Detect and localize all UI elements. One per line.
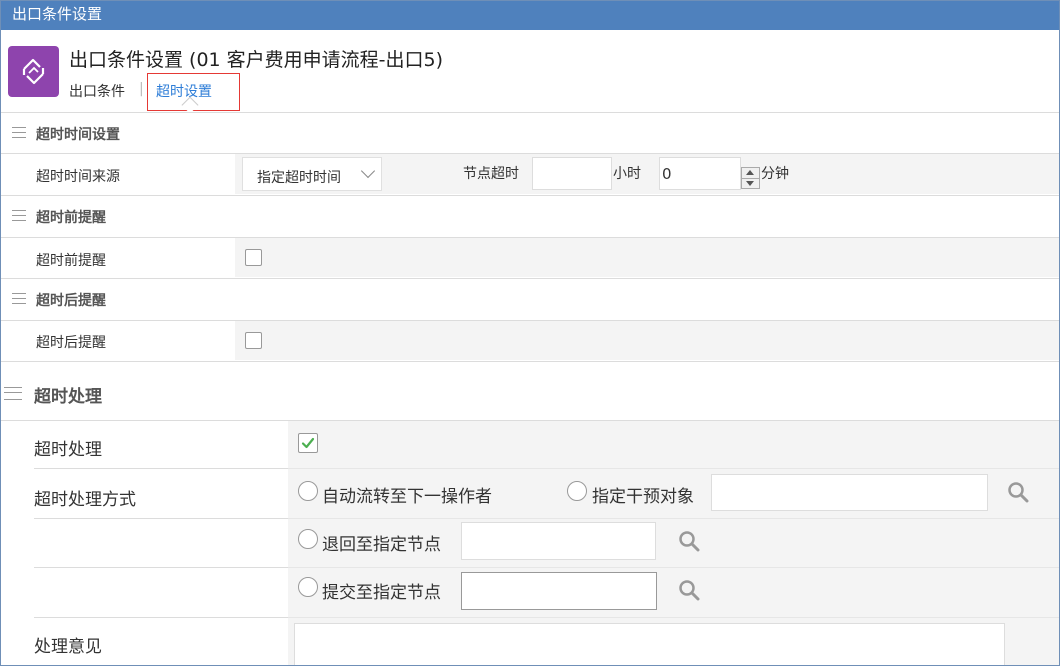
timeout-handling-label: 超时处理 [34, 440, 102, 460]
tab-timeout-settings[interactable]: 超时设置 [147, 73, 240, 114]
checkmark-icon [301, 437, 315, 449]
radio-return-to-node[interactable] [298, 529, 318, 549]
handling-method-label: 超时处理方式 [34, 490, 136, 510]
minutes-spinner[interactable] [741, 167, 760, 189]
after-reminder-label: 超时后提醒 [36, 335, 106, 351]
section-title: 超时处理 [34, 387, 102, 407]
tab-exit-condition[interactable]: 出口条件 [69, 81, 125, 101]
tab-separator: | [139, 81, 144, 97]
chevron-down-icon [360, 163, 376, 179]
intervener-input[interactable] [711, 474, 988, 511]
section-header-timeout-time: 超时时间设置 [1, 113, 1059, 153]
window-frame: 出口条件设置 出口条件设置 (01 客户费用申请流程-出口5) 出口条件 | 超… [0, 0, 1060, 666]
divider [288, 468, 1059, 469]
spinner-down-icon[interactable] [746, 181, 754, 186]
return-node-input[interactable] [461, 522, 656, 560]
hours-input[interactable] [532, 157, 612, 190]
minutes-input[interactable]: 0 [659, 157, 741, 190]
menu-lines-icon [4, 387, 22, 400]
field-row-bg [235, 321, 1059, 360]
section-header-after-reminder: 超时后提醒 [1, 279, 1059, 319]
search-icon[interactable] [678, 579, 702, 601]
spinner-up-icon[interactable] [746, 170, 754, 175]
radio-auto-next-label[interactable]: 自动流转至下一操作者 [322, 482, 492, 507]
section-header-timeout-handling: 超时处理 [1, 362, 1059, 420]
page-title: 出口条件设置 (01 客户费用申请流程-出口5) [69, 49, 444, 71]
section-header-before-reminder: 超时前提醒 [1, 196, 1059, 236]
section-title: 超时后提醒 [36, 293, 106, 309]
minutes-unit: 分钟 [761, 166, 789, 182]
opinion-textarea[interactable] [294, 623, 1005, 665]
timeout-source-select[interactable]: 指定超时时间 [242, 157, 382, 191]
menu-lines-icon [12, 293, 26, 304]
tab-timeout-settings-label: 超时设置 [156, 84, 212, 100]
divider [288, 518, 1059, 519]
radio-return-to-node-label[interactable]: 退回至指定节点 [322, 530, 441, 555]
hours-unit: 小时 [613, 166, 641, 182]
menu-lines-icon [12, 210, 26, 221]
search-icon[interactable] [678, 530, 702, 552]
section-title: 超时时间设置 [36, 127, 120, 143]
before-reminder-label: 超时前提醒 [36, 253, 106, 269]
radio-submit-to-node[interactable] [298, 577, 318, 597]
timeout-source-label: 超时时间来源 [36, 169, 120, 185]
minutes-value: 0 [662, 165, 672, 183]
after-reminder-checkbox[interactable] [245, 332, 262, 349]
exchange-icon [8, 46, 59, 97]
divider [34, 567, 288, 568]
radio-submit-to-node-label[interactable]: 提交至指定节点 [322, 578, 441, 603]
opinion-label: 处理意见 [34, 637, 102, 657]
submit-node-input[interactable] [461, 572, 657, 610]
window-title: 出口条件设置 [1, 1, 1059, 30]
radio-designated-intervener[interactable] [567, 481, 587, 501]
field-row-bg [235, 238, 1059, 277]
divider [288, 567, 1059, 568]
divider [34, 518, 288, 519]
before-reminder-checkbox[interactable] [245, 249, 262, 266]
spinner-divider [742, 178, 759, 179]
node-timeout-label: 节点超时 [463, 166, 519, 182]
divider [288, 617, 1059, 618]
radio-auto-next[interactable] [298, 481, 318, 501]
radio-designated-intervener-label[interactable]: 指定干预对象 [592, 482, 694, 507]
section-title: 超时前提醒 [36, 210, 106, 226]
divider [34, 468, 288, 469]
timeout-source-value: 指定超时时间 [257, 170, 341, 186]
divider [34, 617, 288, 618]
search-icon[interactable] [1007, 481, 1031, 503]
menu-lines-icon [12, 127, 26, 138]
timeout-handling-checkbox[interactable] [298, 433, 318, 453]
